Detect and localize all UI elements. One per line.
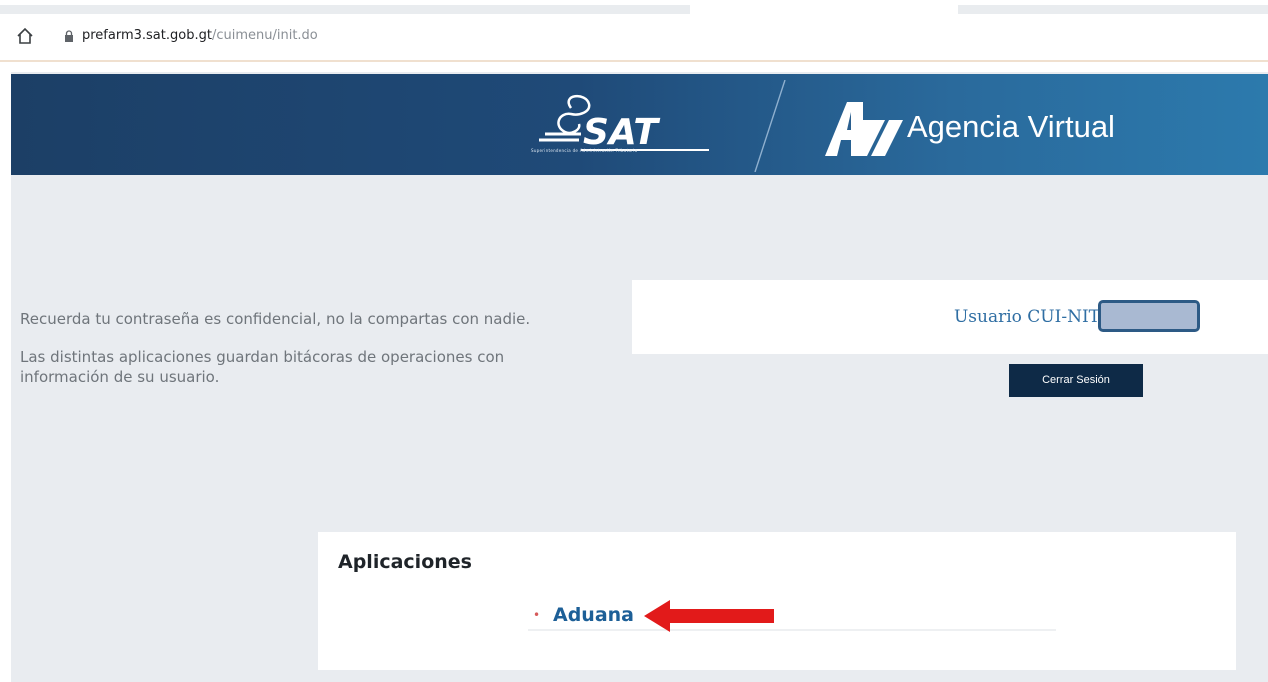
- password-notice: Recuerda tu contraseña es confidencial, …: [20, 310, 531, 328]
- user-label: Usuario CUI-NIT: [953, 307, 1100, 327]
- item-divider: [528, 629, 1056, 631]
- logout-button[interactable]: Cerrar Sesión: [1009, 364, 1143, 397]
- user-panel: Usuario CUI-NIT: [632, 280, 1268, 354]
- browser-tab[interactable]: [958, 5, 1268, 14]
- aduana-link[interactable]: Aduana: [553, 603, 634, 627]
- bullet-icon: •: [533, 608, 541, 622]
- sat-wordmark: SAT: [583, 112, 660, 153]
- browser-tab-strip: [0, 0, 1268, 14]
- toolbar-spacer: [0, 62, 1268, 72]
- applications-title: Aplicaciones: [338, 551, 472, 573]
- agencia-virtual-title: Agencia Virtual: [907, 109, 1115, 144]
- red-arrow-icon: [644, 600, 774, 632]
- sat-tagline: Superintendencia de Administración Tribu…: [531, 148, 638, 153]
- agencia-virtual-logo: [825, 102, 903, 156]
- banner-divider: [754, 80, 786, 172]
- lock-icon: [65, 30, 73, 42]
- home-icon[interactable]: [16, 27, 34, 45]
- applications-panel: Aplicaciones • Aduana: [318, 532, 1236, 670]
- log-notice: Las distintas aplicaciones guardan bitác…: [20, 348, 505, 386]
- page-content: SAT Superintendencia de Administración T…: [11, 72, 1268, 682]
- url-text[interactable]: prefarm3.sat.gob.gt/cuimenu/init.do: [82, 26, 318, 46]
- address-bar[interactable]: prefarm3.sat.gob.gt/cuimenu/init.do: [0, 14, 1268, 62]
- url-host: prefarm3.sat.gob.gt: [82, 28, 212, 43]
- url-path: /cuimenu/init.do: [211, 28, 318, 43]
- sat-logo: SAT: [539, 95, 709, 153]
- user-id-field: [1098, 300, 1200, 332]
- browser-tab[interactable]: [0, 5, 690, 14]
- header-banner: SAT Superintendencia de Administración T…: [11, 74, 1268, 175]
